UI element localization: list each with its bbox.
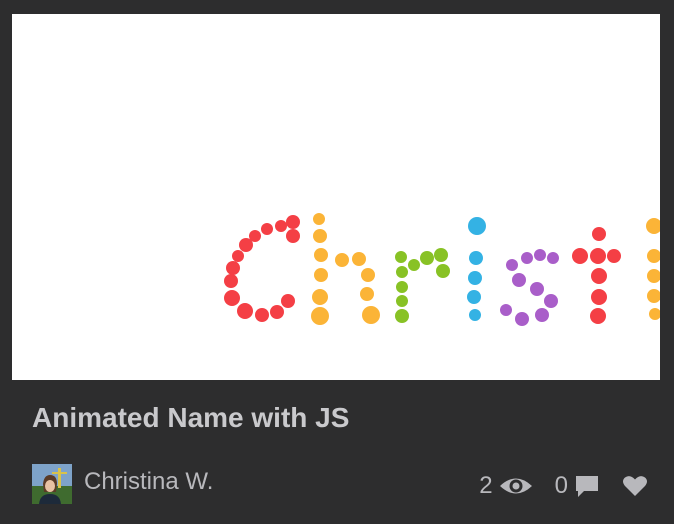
dot xyxy=(544,294,558,308)
dot xyxy=(515,312,529,326)
dot xyxy=(362,306,380,324)
comments-count: 0 xyxy=(554,472,568,499)
eye-icon xyxy=(499,478,532,494)
dot xyxy=(335,253,349,267)
dot xyxy=(286,215,300,229)
heart-icon xyxy=(623,476,647,496)
dot xyxy=(311,307,329,325)
author-name[interactable]: Christina W. xyxy=(84,468,213,496)
dot xyxy=(468,271,482,285)
dot xyxy=(420,251,434,265)
dot xyxy=(396,295,408,307)
dot xyxy=(314,248,328,262)
avatar-image xyxy=(32,464,72,504)
dot xyxy=(261,223,273,235)
dot xyxy=(512,273,526,287)
avatar[interactable] xyxy=(32,464,72,504)
letter-i2-dots xyxy=(646,218,660,320)
dot xyxy=(361,268,375,282)
dot xyxy=(590,248,606,264)
dot xyxy=(224,290,240,306)
letter-i-dots xyxy=(467,217,486,321)
dot xyxy=(395,309,409,323)
pen-preview[interactable] xyxy=(12,14,660,380)
dot xyxy=(500,304,512,316)
dot xyxy=(239,238,253,252)
dot xyxy=(592,227,606,241)
dot xyxy=(547,252,559,264)
dot xyxy=(469,251,483,265)
letter-c-dots xyxy=(224,215,300,322)
dot xyxy=(313,213,325,225)
dot xyxy=(436,264,450,278)
dot xyxy=(647,249,660,263)
pen-stats: 2 0 xyxy=(457,468,648,504)
dot xyxy=(434,248,448,262)
dot xyxy=(607,249,621,263)
dot xyxy=(468,217,486,235)
dot xyxy=(506,259,518,271)
dot xyxy=(649,308,660,320)
dot xyxy=(591,268,607,284)
dot xyxy=(521,252,533,264)
dot xyxy=(281,294,295,308)
dot xyxy=(255,308,269,322)
views-stat[interactable]: 2 xyxy=(479,472,532,500)
dot xyxy=(313,229,327,243)
letter-r-dots xyxy=(395,248,450,323)
dot xyxy=(591,289,607,305)
dot xyxy=(408,259,420,271)
letter-h-dots xyxy=(311,213,380,325)
dot xyxy=(534,249,546,261)
letter-s-dots xyxy=(500,249,559,326)
dot xyxy=(590,308,606,324)
like-button[interactable] xyxy=(622,475,648,497)
dot xyxy=(232,250,244,262)
dot xyxy=(352,252,366,266)
pen-title[interactable]: Animated Name with JS xyxy=(32,402,349,434)
dot xyxy=(530,282,544,296)
dot xyxy=(467,290,481,304)
dot xyxy=(237,303,253,319)
dot xyxy=(226,261,240,275)
dot xyxy=(314,268,328,282)
dot xyxy=(469,309,481,321)
dot xyxy=(572,248,588,264)
views-count: 2 xyxy=(479,472,493,499)
pen-card: Animated Name with JS Christina W. 2 0 xyxy=(0,0,674,524)
comments-stat[interactable]: 0 xyxy=(555,472,600,500)
animated-name-dots xyxy=(224,213,660,326)
dot xyxy=(312,289,328,305)
dot xyxy=(647,269,660,283)
dot xyxy=(396,266,408,278)
dot xyxy=(270,305,284,319)
dot xyxy=(360,287,374,301)
dot xyxy=(395,251,407,263)
dot xyxy=(647,289,660,303)
dot xyxy=(535,308,549,322)
dot xyxy=(275,220,287,232)
dot xyxy=(224,274,238,288)
letter-t-dots xyxy=(572,227,621,324)
speech-bubble-icon xyxy=(576,476,598,497)
dot xyxy=(396,281,408,293)
dot xyxy=(646,218,660,234)
dot xyxy=(286,229,300,243)
